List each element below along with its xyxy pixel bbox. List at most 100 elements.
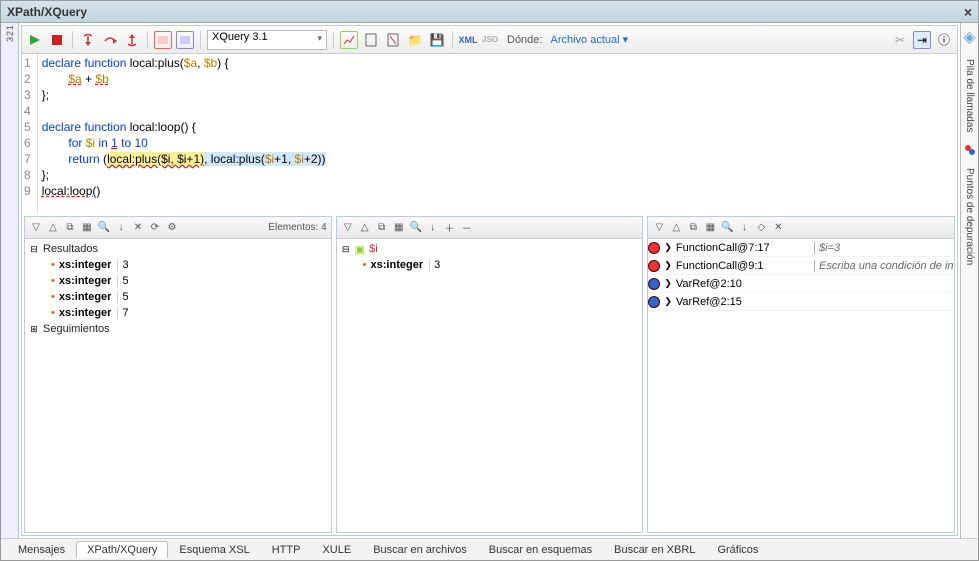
variables-body[interactable]: ⊟▣$i•xs:integer3 [337,239,643,532]
result-row[interactable]: •xs:integer5 [29,273,327,289]
next-icon[interactable]: ↓ [737,221,751,235]
tools-icon[interactable]: ✂ [891,31,909,49]
bottom-tab[interactable]: Buscar en archivos [362,541,478,558]
breakpoint-dot-icon [648,278,660,290]
left-tab-marker[interactable]: 2 [5,31,15,36]
bottom-tab[interactable]: XULE [311,541,362,558]
toggle-red-icon[interactable] [154,31,172,49]
clear-icon[interactable]: ✕ [131,221,145,235]
xml-icon[interactable]: XML [459,31,477,49]
main-toolbar: XQuery 3.1 📁 💾 XML JSO Dónde: Archivo ac… [22,26,957,54]
breakpoint-label: FunctionCall@7:17 [676,242,770,254]
delete-doc-icon[interactable] [384,31,402,49]
search-icon[interactable]: 🔍 [97,221,111,235]
var-row[interactable]: •xs:integer3 [341,257,639,273]
add-icon[interactable]: ＋ [443,221,457,235]
step-end-icon[interactable]: ⇥ [913,31,931,49]
seguimientos-root: Seguimientos [43,323,110,335]
breakpoint-dots-icon[interactable] [964,144,976,156]
archivo-label: Archivo actual [550,34,619,46]
tab-pila-llamadas[interactable]: Pila de llamadas [964,55,975,136]
breakpoint-row[interactable]: ❯VarRef@2:10 [648,275,954,293]
collapse-icon[interactable]: ▽ [29,221,43,235]
result-row[interactable]: •xs:integer7 [29,305,327,321]
line-gutter: 123456789 [22,54,38,214]
archivo-actual-dropdown[interactable]: Archivo actual ▾ [550,33,628,46]
separator [147,31,148,49]
search-icon[interactable]: 🔍 [409,221,423,235]
result-row[interactable]: •xs:integer5 [29,289,327,305]
filter-icon[interactable]: ◇ [754,221,768,235]
stop-icon[interactable] [48,31,66,49]
results-toolbar: ▽ △ ⧉ ▦ 🔍 ↓ ✕ ⟳ ⚙ Elementos: 4 [25,217,331,239]
close-icon[interactable]: × [964,4,972,20]
bottom-tab[interactable]: Buscar en XBRL [603,541,706,558]
breakpoint-condition[interactable]: Escriba una condición de int [814,260,954,272]
info-icon[interactable]: ⓘ [935,31,953,49]
step-out-icon[interactable] [123,31,141,49]
chevron-right-icon: ❯ [664,278,672,289]
breakpoint-row[interactable]: ❯VarRef@2:15 [648,293,954,311]
stack-icon[interactable]: ◈ [963,27,975,47]
var-root: $i [369,243,378,255]
bottom-tab[interactable]: Gráficos [706,541,769,558]
chart-icon[interactable] [340,31,358,49]
breakpoint-dot-icon [648,260,660,272]
refresh-icon[interactable]: ⟳ [148,221,162,235]
variables-panel: ▽ △ ⧉ ▦ 🔍 ↓ ＋ － ⊟▣$i•xs:integer3 [336,216,644,533]
variables-toolbar: ▽ △ ⧉ ▦ 🔍 ↓ ＋ － [337,217,643,239]
copy-icon[interactable]: ⧉ [63,221,77,235]
step-over-icon[interactable] [101,31,119,49]
copy-icon[interactable]: ⧉ [375,221,389,235]
toggle-blue-icon[interactable] [176,31,194,49]
breakpoint-dot-icon [648,242,660,254]
search-icon[interactable]: 🔍 [720,221,734,235]
tab-puntos-depuracion[interactable]: Puntos de depuración [964,164,975,269]
breakpoint-row[interactable]: ❯FunctionCall@7:17$i=3 [648,239,954,257]
expand-icon[interactable]: △ [358,221,372,235]
expand-icon[interactable]: ⊟ [29,244,39,255]
expand-icon[interactable]: △ [46,221,60,235]
remove-icon[interactable]: － [460,221,474,235]
breakpoint-label: FunctionCall@9:1 [676,260,764,272]
grid-icon[interactable]: ▦ [392,221,406,235]
expand-icon[interactable]: ⊟ [341,244,351,255]
run-icon[interactable] [26,31,44,49]
save-icon[interactable]: 💾 [428,31,446,49]
left-tab-marker[interactable]: 3 [5,37,15,42]
code-editor[interactable]: 123456789 declare function local:plus($a… [22,54,957,214]
settings-icon[interactable]: ⚙ [165,221,179,235]
results-root: Resultados [43,243,98,255]
bottom-panels: ▽ △ ⧉ ▦ 🔍 ↓ ✕ ⟳ ⚙ Elementos: 4 ⊟ Resultad… [22,214,957,535]
xquery-version-dropdown[interactable]: XQuery 3.1 [207,30,327,50]
separator [200,31,201,49]
expand-icon[interactable]: △ [669,221,683,235]
delete-icon[interactable]: ✕ [771,221,785,235]
result-row[interactable]: •xs:integer3 [29,257,327,273]
bottom-tab[interactable]: Esquema XSL [168,541,260,558]
separator [333,31,334,49]
code-body[interactable]: declare function local:plus($a, $b) { $a… [38,54,330,214]
main-area: 1 2 3 XQuery 3.1 📁 💾 XML JSO Dónde: [1,23,978,538]
expand-icon[interactable]: ⊞ [29,324,39,335]
copy-icon[interactable]: ⧉ [686,221,700,235]
grid-icon[interactable]: ▦ [80,221,94,235]
bottom-tab[interactable]: Mensajes [7,541,76,558]
results-body[interactable]: ⊟Resultados•xs:integer3•xs:integer5•xs:i… [25,239,331,532]
step-into-icon[interactable] [79,31,97,49]
breakpoints-body[interactable]: ❯ FunctionCall@7:17 $i=3 ❯FunctionCall@9:1E… [648,239,954,532]
bottom-tab[interactable]: HTTP [261,541,312,558]
bottom-tab[interactable]: Buscar en esquemas [478,541,603,558]
json-icon[interactable]: JSO [481,31,499,49]
bottom-tab[interactable]: XPath/XQuery [76,541,168,558]
left-tab-marker[interactable]: 1 [5,25,15,30]
breakpoint-row[interactable]: ❯FunctionCall@9:1Escriba una condición d… [648,257,954,275]
new-doc-icon[interactable] [362,31,380,49]
next-icon[interactable]: ↓ [426,221,440,235]
collapse-icon[interactable]: ▽ [341,221,355,235]
next-icon[interactable]: ↓ [114,221,128,235]
collapse-icon[interactable]: ▽ [652,221,666,235]
breakpoint-condition[interactable]: $i=3 [814,242,954,254]
folder-icon[interactable]: 📁 [406,31,424,49]
grid-icon[interactable]: ▦ [703,221,717,235]
